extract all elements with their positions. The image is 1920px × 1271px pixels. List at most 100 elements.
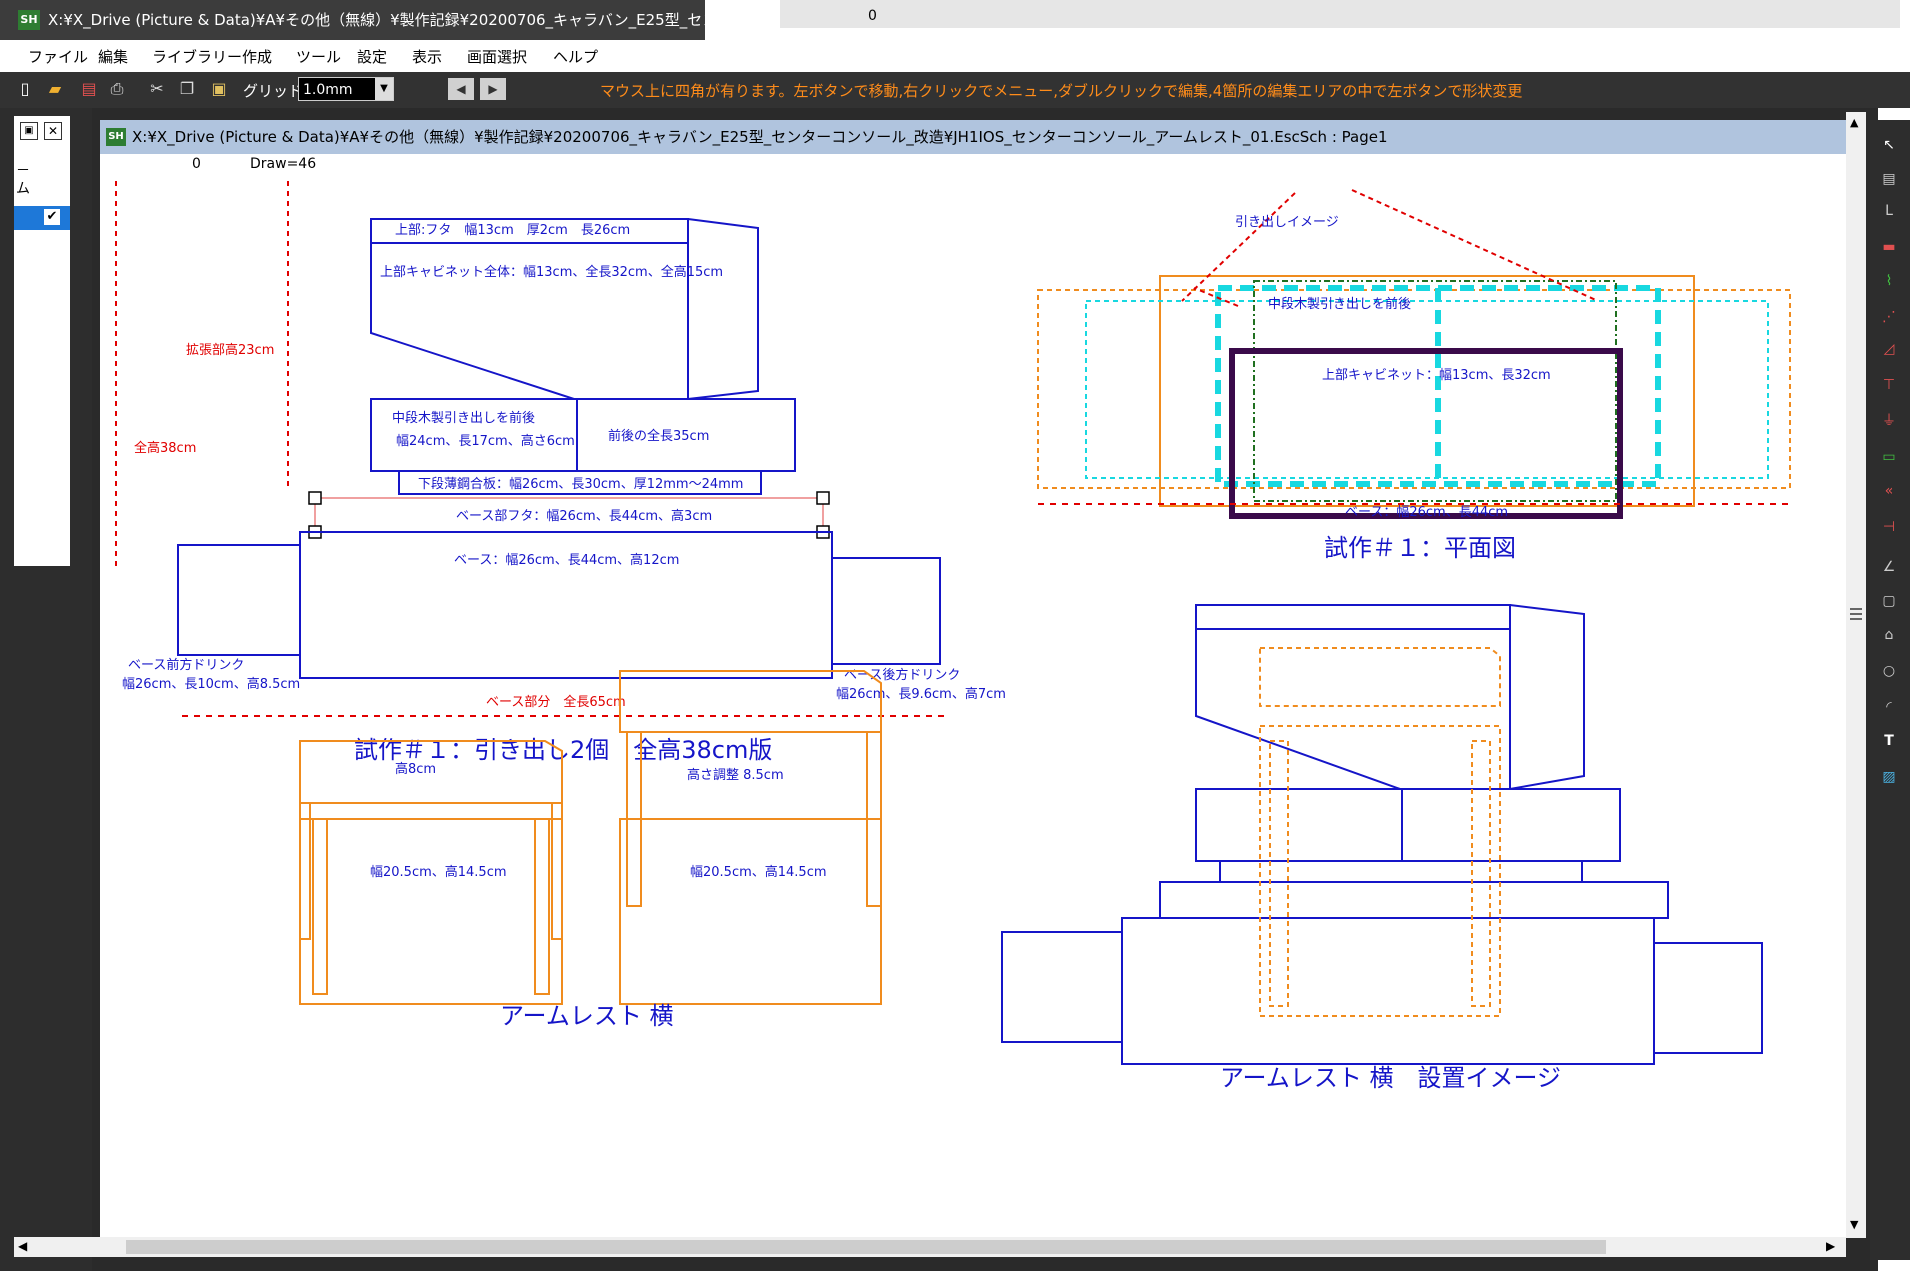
menu-file[interactable]: ファイル — [28, 46, 88, 67]
plan-cyan-outline[interactable] — [1085, 300, 1769, 479]
layer-label-2: ム — [16, 181, 30, 197]
document-title: X:¥X_Drive (Picture & Data)¥A¥その他（無線）¥製作… — [132, 128, 1388, 146]
menu-screen-select[interactable]: 画面選択 — [467, 46, 527, 67]
plan-orange-frame[interactable] — [1159, 275, 1695, 507]
vcc-icon[interactable]: ⊤ — [1878, 374, 1900, 396]
menu-settings[interactable]: 設定 — [357, 46, 387, 67]
front-drink-rect[interactable] — [177, 544, 301, 656]
rear-drink-rect[interactable] — [831, 557, 941, 665]
bus-icon[interactable]: ⌇ — [1878, 270, 1900, 292]
armrest-side-a2[interactable] — [534, 818, 550, 995]
handle-tr[interactable] — [816, 491, 830, 505]
bus-entry-icon[interactable]: « — [1878, 480, 1900, 502]
image-icon[interactable]: ▨ — [1878, 766, 1900, 788]
vertical-scroll-thumb[interactable] — [1850, 598, 1862, 628]
inst-base[interactable] — [1121, 917, 1655, 1065]
junction-icon[interactable]: ⋰ — [1878, 306, 1900, 328]
caption-armrest: アームレスト 横 — [500, 1002, 673, 1030]
menu-library[interactable]: ライブラリー — [152, 46, 242, 67]
horizontal-scroll-thumb[interactable] — [126, 1240, 1606, 1254]
menu-create[interactable]: 作成 — [242, 46, 272, 67]
lbl-expand: 拡張部高23cm — [186, 342, 274, 358]
top-cabinet-side[interactable] — [687, 218, 759, 400]
pointer-icon[interactable]: ↖ — [1878, 134, 1900, 156]
window-title: X:¥X_Drive (Picture & Data)¥A¥その他（無線）¥製作… — [48, 11, 705, 29]
prev-page-button[interactable]: ◀ — [448, 78, 474, 100]
drawing-canvas[interactable]: 上部:フタ 幅13cm 厚2cm 長26cm 上部キャビネット全体：幅13cm、… — [100, 176, 1846, 1237]
inst-drawer[interactable] — [1195, 788, 1403, 862]
lbl-base: ベース：幅26cm、長44cm、高12cm — [454, 552, 679, 568]
new-icon[interactable]: ▯ — [14, 78, 36, 100]
inst-armrest-leg-2[interactable] — [1471, 740, 1491, 1007]
inst-cabinet[interactable] — [1195, 628, 1511, 790]
plan-pointer-2 — [1181, 192, 1296, 302]
toolbar: ▯ ▰ ▤ ⎙ ✂ ❐ ▣ グリッド 1.0mm ▼ ◀ ▶ マウス上に四角が有… — [0, 72, 1910, 108]
vertical-scrollbar[interactable]: ▲ ▼ — [1846, 112, 1866, 1238]
print-icon[interactable]: ⎙ — [106, 78, 128, 100]
polygon-icon[interactable]: ⌂ — [1878, 624, 1900, 646]
gnd-icon[interactable]: ⏚ — [1878, 410, 1900, 432]
menu-view[interactable]: 表示 — [412, 46, 442, 67]
inst-base-lid[interactable] — [1159, 881, 1669, 919]
caption-plan-view: 試作＃１：平面図 — [1324, 534, 1516, 562]
circle-icon[interactable]: ○ — [1878, 660, 1900, 682]
grid-select[interactable]: 1.0mm ▼ — [298, 77, 394, 101]
scroll-down-icon[interactable]: ▼ — [1850, 1218, 1858, 1231]
menu-help[interactable]: ヘルプ — [553, 46, 598, 67]
scroll-up-icon[interactable]: ▲ — [1850, 116, 1858, 129]
chevron-down-icon[interactable]: ▼ — [375, 78, 393, 100]
next-page-button[interactable]: ▶ — [480, 78, 506, 100]
horizontal-scrollbar[interactable]: ◀ ▶ — [14, 1237, 1846, 1257]
window-titlebar[interactable]: SH X:¥X_Drive (Picture & Data)¥A¥その他（無線）… — [0, 0, 705, 40]
open-icon[interactable]: ▰ — [44, 78, 66, 100]
armrest-box-b[interactable] — [619, 818, 882, 1005]
armrest-side-a1[interactable] — [312, 818, 328, 995]
inst-plywood[interactable] — [1219, 860, 1583, 883]
layer-checkbox[interactable]: ✔ — [44, 209, 60, 225]
inst-front-drink[interactable] — [1001, 931, 1123, 1043]
lbl-base-total: ベース部分 全長65cm — [486, 694, 626, 710]
lbl-total-height: 全高38cm — [134, 440, 196, 456]
close-icon[interactable]: ✕ — [44, 122, 62, 140]
label-icon[interactable]: ◿ — [1878, 338, 1900, 360]
paste-icon[interactable]: ▣ — [208, 78, 230, 100]
copy-icon[interactable]: ❐ — [176, 78, 198, 100]
restore-button[interactable]: ▣ — [20, 122, 38, 140]
wire-icon[interactable]: ᒪ — [1878, 200, 1900, 222]
background-counter: 0 — [868, 8, 877, 24]
cut-icon[interactable]: ✂ — [146, 78, 168, 100]
lbl-base-lid: ベース部フタ：幅26cm、長44cm、高3cm — [456, 508, 712, 524]
armrest-box-a[interactable] — [299, 818, 563, 1005]
port-icon[interactable]: ▭ — [1878, 446, 1900, 468]
inst-top-lid[interactable] — [1195, 604, 1511, 630]
marker-icon[interactable]: ⊣ — [1878, 516, 1900, 538]
menu-tools[interactable]: ツール — [296, 46, 341, 67]
layer-row-selected[interactable]: ✔ — [14, 206, 70, 230]
line-icon[interactable]: ∠ — [1878, 556, 1900, 578]
menu-edit[interactable]: 編集 — [98, 46, 128, 67]
save-icon[interactable]: ▤ — [78, 78, 100, 100]
document-titlebar[interactable]: SH X:¥X_Drive (Picture & Data)¥A¥その他（無線）… — [100, 120, 1846, 154]
status-draw: Draw=46 — [250, 156, 317, 172]
inst-armrest-cushion[interactable] — [1259, 647, 1501, 707]
inst-cabinet-side[interactable] — [1509, 604, 1585, 790]
scroll-right-icon[interactable]: ▶ — [1826, 1239, 1835, 1253]
part-icon[interactable]: ▤ — [1878, 168, 1900, 190]
inst-armrest-leg-1[interactable] — [1269, 740, 1289, 1007]
plan-base-outline[interactable] — [1037, 289, 1791, 489]
arc-icon[interactable]: ◜ — [1878, 696, 1900, 718]
scroll-left-icon[interactable]: ◀ — [18, 1239, 27, 1253]
net-icon[interactable]: ▬ — [1878, 236, 1900, 258]
inst-armrest-box[interactable] — [1259, 725, 1501, 1017]
armrest-leg-a1[interactable] — [299, 802, 311, 940]
inst-rear-drink[interactable] — [1653, 942, 1763, 1054]
inst-drawer-len[interactable] — [1401, 788, 1621, 862]
rect-icon[interactable]: ▢ — [1878, 590, 1900, 612]
text-icon[interactable]: T — [1878, 730, 1900, 752]
caption-install: アームレスト 横 設置イメージ — [1220, 1064, 1561, 1092]
menu-bar: ファイル 編集 ライブラリー 作成 ツール 設定 表示 画面選択 ヘルプ — [0, 40, 1900, 72]
lbl-armrest-adj: 高さ調整 8.5cm — [687, 767, 784, 783]
handle-tl[interactable] — [308, 491, 322, 505]
armrest-leg-a2[interactable] — [551, 802, 563, 940]
plan-view — [1037, 189, 1791, 519]
